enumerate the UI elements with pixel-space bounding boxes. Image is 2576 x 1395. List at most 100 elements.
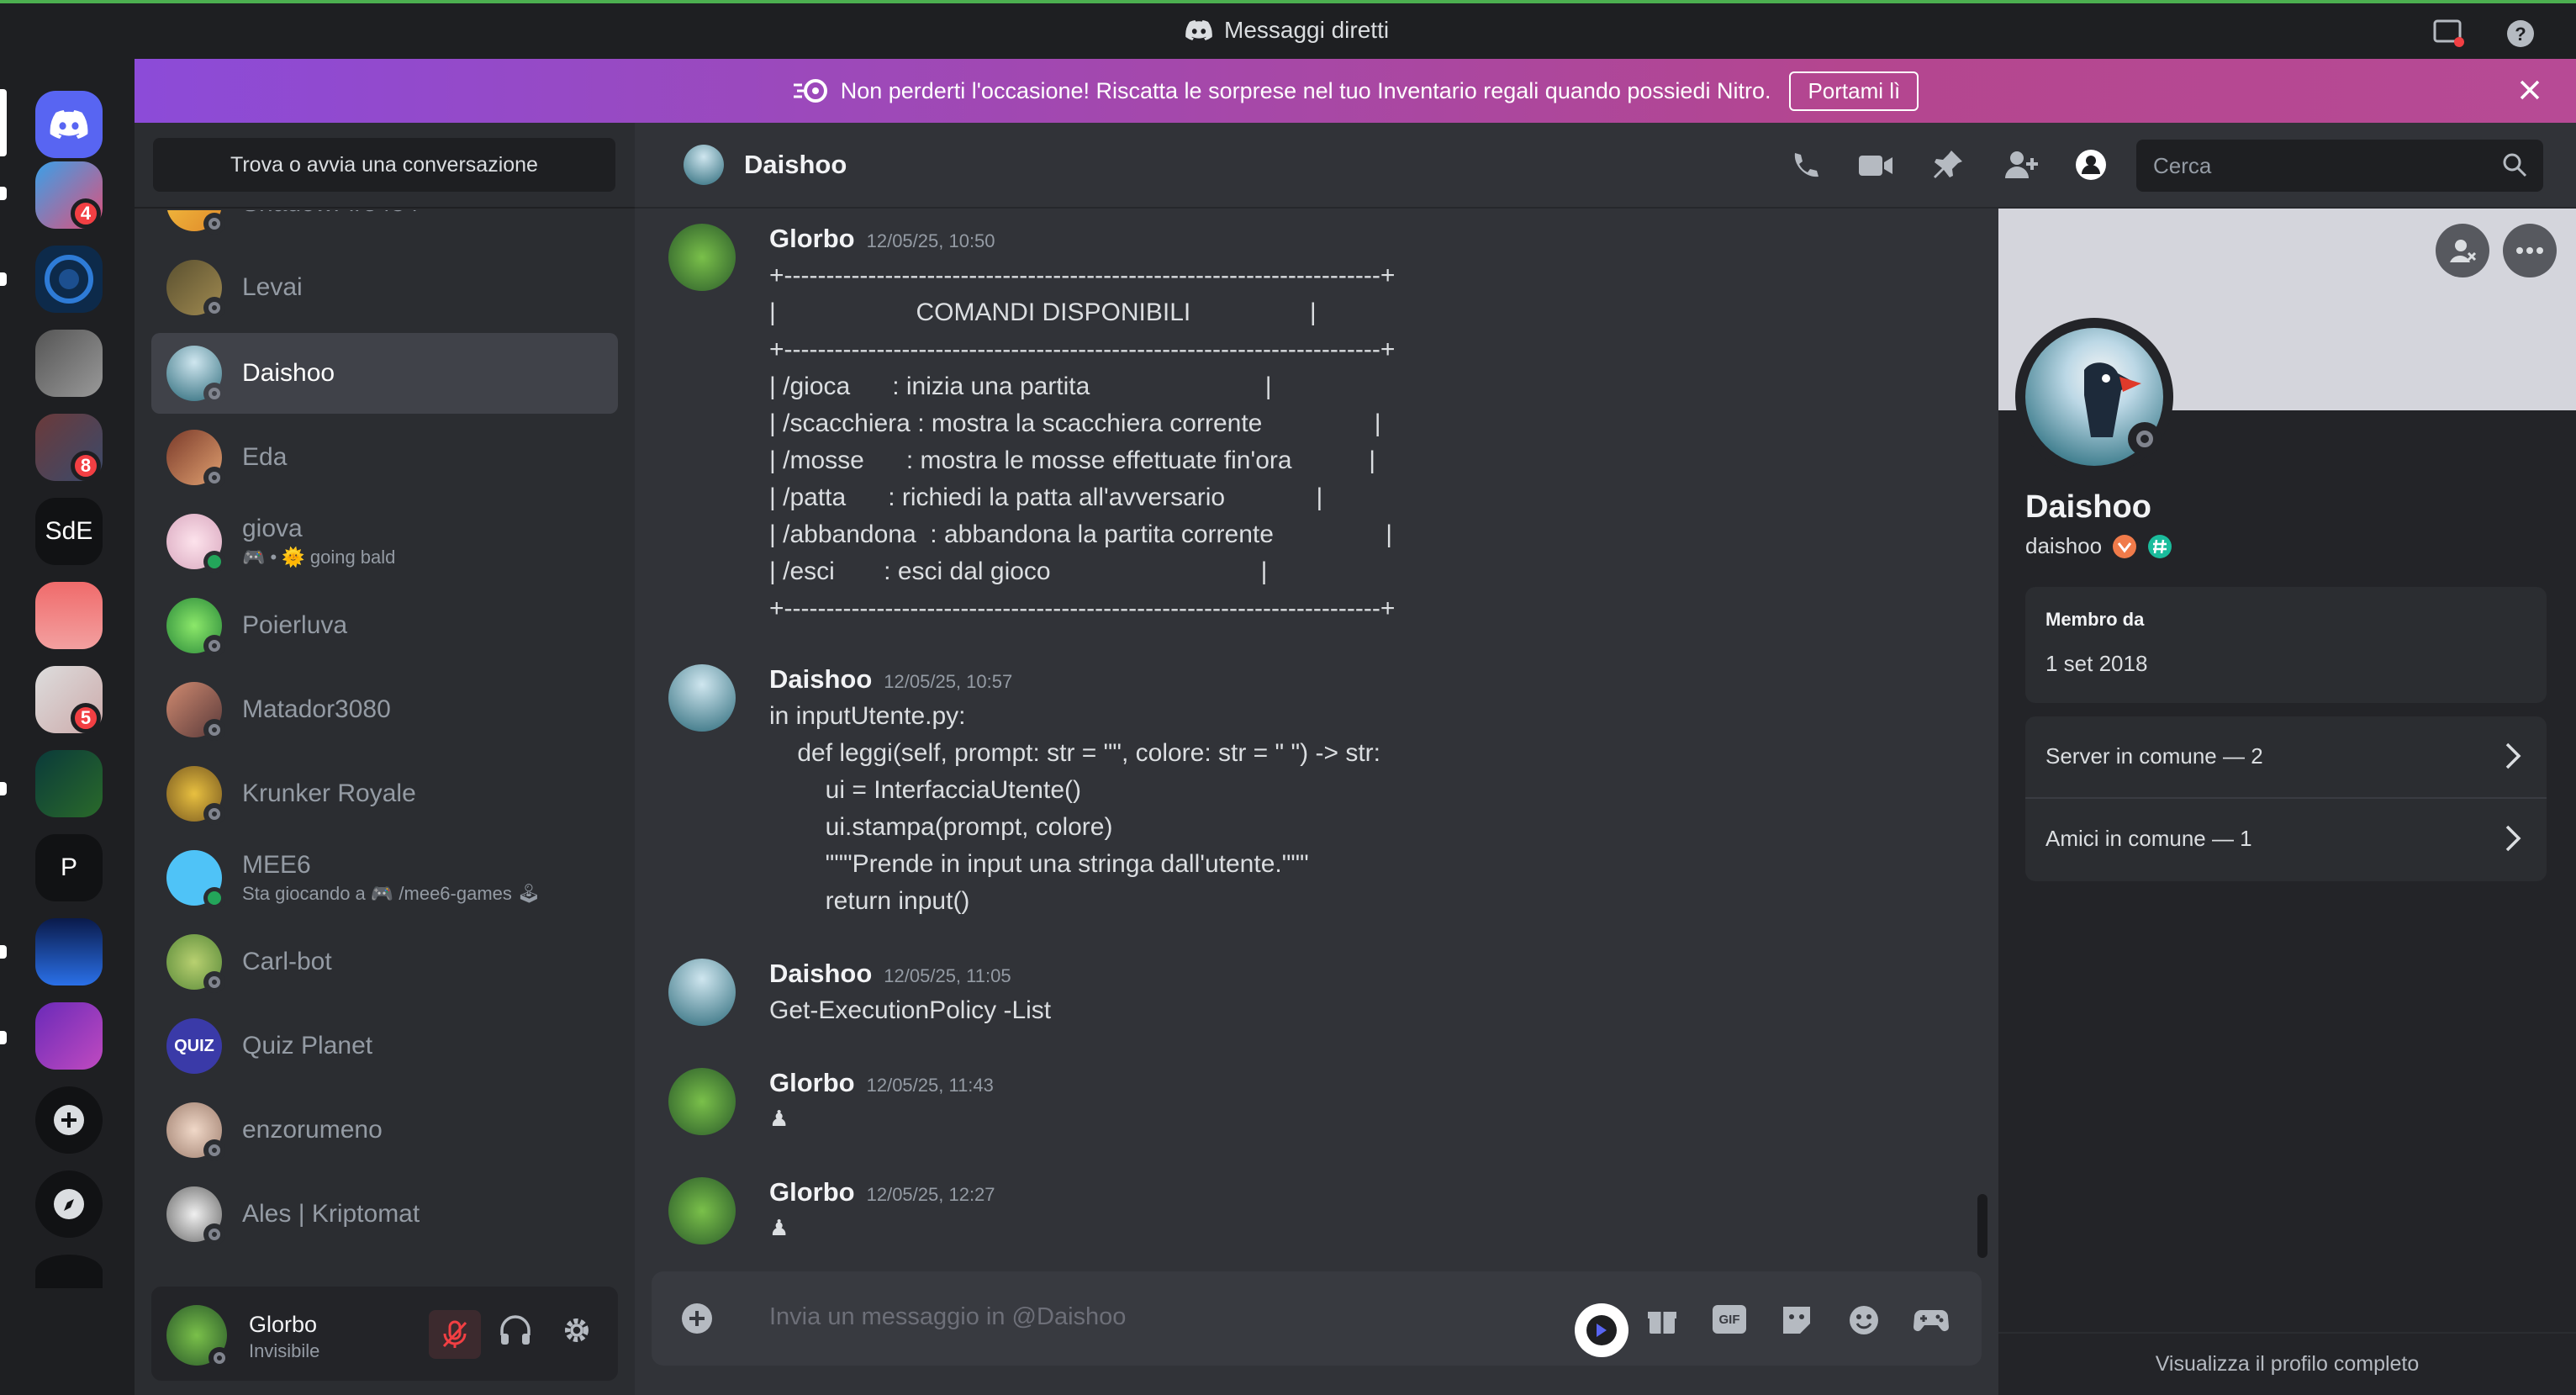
app-launcher-icon[interactable] [1575,1303,1628,1357]
headphones-icon[interactable] [498,1313,533,1347]
dm-item-mee6[interactable]: MEE6 Sta giocando a 🎮 /mee6-games 🕹 [151,838,618,918]
dm-item-krunker[interactable]: Krunker Royale [151,753,618,834]
dm-item-label: MEE6 [242,851,311,879]
dm-item-poierluva[interactable]: Poierluva [151,585,618,666]
chat-title: Daishoo [744,150,847,179]
server-icon-5[interactable] [35,582,103,649]
avatar[interactable] [668,224,736,291]
avatar [166,430,225,489]
avatar[interactable] [668,959,736,1026]
view-full-profile-button[interactable]: Visualizza il profilo completo [1998,1332,2576,1395]
home-discord-icon[interactable] [35,91,103,158]
add-server-icon[interactable] [35,1086,103,1154]
inbox-icon[interactable] [2432,18,2464,47]
member-since-date: 1 set 2018 [2045,651,2148,676]
attach-plus-icon[interactable] [680,1302,714,1335]
gif-icon[interactable]: GIF [1713,1305,1746,1334]
message-line: ♟ [769,1215,789,1240]
unread-pill [0,945,7,959]
sticker-icon[interactable] [1780,1303,1813,1337]
message-author[interactable]: Daishoo [769,664,872,694]
server-icon-chill[interactable] [35,1002,103,1070]
dm-search-area: Trova o avvia una conversazione [135,123,635,209]
dm-item-quizplanet[interactable]: QUIZ Quiz Planet [151,1006,618,1086]
dm-item-ales[interactable]: Ales | Kriptomat [151,1174,618,1255]
video-call-icon[interactable] [1857,151,1894,180]
find-conversation-button[interactable]: Trova o avvia una conversazione [153,138,615,192]
dm-item-status: • 🌞 going bald [270,547,396,568]
download-icon[interactable] [35,1255,103,1288]
server-icon-8[interactable] [35,918,103,985]
mutual-servers-row[interactable]: Server in comune — 2 [2025,716,2547,799]
gear-icon[interactable] [560,1313,594,1347]
unread-pill [0,272,7,286]
member-since-label: Membro da [2045,609,2145,630]
pin-icon[interactable] [1931,148,1965,182]
unread-pill [0,187,7,200]
activities-gamepad-icon[interactable] [1913,1305,1950,1335]
message-timestamp: 12/05/25, 10:57 [884,671,1013,692]
message-line: | /patta : richiedi la patta all'avversa… [769,483,1323,511]
gamepad-icon: 🎮 [242,547,266,568]
message-author[interactable]: Glorbo [769,1068,855,1097]
dm-item-enzorumeno[interactable]: enzorumeno [151,1090,618,1170]
avatar[interactable] [668,664,736,732]
dm-item-giova[interactable]: giova 🎮 • 🌞 going bald [151,501,618,582]
emoji-icon[interactable] [1847,1303,1881,1337]
voice-call-icon[interactable] [1788,150,1822,183]
avatar [166,260,225,319]
message-input[interactable]: Invia un messaggio in @Daishoo [769,1303,1126,1331]
mute-mic-icon[interactable] [429,1310,481,1359]
search-input[interactable]: Cerca [2136,140,2543,192]
server-icon-2[interactable] [35,246,103,313]
nitro-banner: Non perderti l'occasione! Riscatta le so… [135,59,2576,123]
avatar[interactable] [2025,328,2163,466]
mutual-friends-row[interactable]: Amici in comune — 1 [2025,799,2547,881]
dm-item-carlbot[interactable]: Carl-bot [151,922,618,1002]
member-since-card: Membro da 1 set 2018 [2025,587,2547,703]
gift-icon[interactable] [1645,1303,1679,1337]
avatar[interactable] [166,1305,230,1369]
unread-badge: 4 [71,198,101,229]
avatar[interactable] [668,1177,736,1244]
server-icon-3[interactable] [35,330,103,397]
dm-item-levai[interactable]: Levai [151,247,618,328]
server-icon-7[interactable] [35,750,103,817]
dm-sidebar: Trova o avvia una conversazione ShadowFi… [135,123,635,1395]
remove-friend-icon[interactable] [2436,224,2489,277]
message-author[interactable]: Glorbo [769,1177,855,1207]
avatar [166,346,225,404]
dm-item-eda[interactable]: Eda [151,417,618,498]
message-author[interactable]: Daishoo [769,959,872,988]
chat-scrollbar[interactable] [1977,1194,1987,1258]
dm-item-shadowfire[interactable]: ShadowFire484 [151,210,618,244]
avatar[interactable] [668,1068,736,1135]
server-icon-p[interactable]: P [35,834,103,901]
banner-cta-button[interactable]: Portami lì [1789,71,1919,111]
search-placeholder: Cerca [2153,153,2212,178]
more-options-icon[interactable] [2503,224,2557,277]
message-line: | /mosse : mostra le mosse effettuate fi… [769,447,1376,474]
message-line: return input() [769,887,970,915]
svg-text:?: ? [2515,24,2526,45]
chat-header: Daishoo Cerca [635,123,2576,209]
avatar [166,682,225,741]
avatar [166,1186,225,1245]
message-author[interactable]: Glorbo [769,224,855,253]
server-icon-sde[interactable]: SdE [35,498,103,565]
profile-username-row: daishoo [2025,533,2172,559]
hypesquad-badge-icon [2112,534,2137,559]
dm-item-daishoo[interactable]: Daishoo [151,333,618,414]
dm-item-label: Eda [242,443,288,471]
message-line: +---------------------------------------… [769,594,1396,622]
dm-item-matador[interactable]: Matador3080 [151,669,618,750]
unread-pill [0,1031,7,1044]
user-profile-icon[interactable] [2074,148,2108,182]
banner-text: Non perderti l'occasione! Riscatta le so… [840,77,1771,103]
help-icon[interactable]: ? [2505,18,2536,49]
close-icon[interactable] [2517,77,2542,103]
message-line: | /esci : esci dal gioco | [769,557,1268,585]
search-icon [2501,151,2528,178]
discover-icon[interactable] [35,1170,103,1238]
add-friends-icon[interactable] [2003,148,2039,182]
